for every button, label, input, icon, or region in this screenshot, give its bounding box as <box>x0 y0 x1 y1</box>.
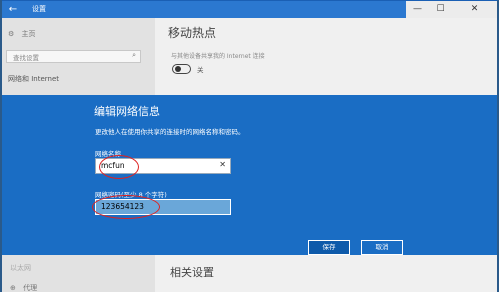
maximize-button[interactable]: ☐ <box>429 1 452 18</box>
save-button[interactable]: 保存 <box>308 240 350 255</box>
sidebar-item-ethernet[interactable]: 以太网 <box>10 263 31 273</box>
window-title: 设置 <box>32 5 46 13</box>
search-input[interactable]: 查找设置 ⌕ <box>6 50 141 63</box>
annotation-circle-name <box>99 155 139 179</box>
search-placeholder: 查找设置 <box>13 54 39 62</box>
sidebar-home-label: 主页 <box>21 30 36 38</box>
back-arrow-icon[interactable]: ← <box>2 1 24 18</box>
cancel-button[interactable]: 取消 <box>361 240 403 255</box>
sidebar-section-title: 网络和 Internet <box>8 75 60 83</box>
settings-window: ⚙ 主页 查找设置 ⌕ 网络和 Internet 以太网 ⊕ 代理 移动热点 与… <box>2 18 497 292</box>
title-bar: ← 设置 — ☐ ✕ <box>2 1 497 18</box>
search-icon: ⌕ <box>132 51 136 59</box>
edit-network-dialog: 编辑网络信息 更改他人在使用你共享的连接时的网络名称和密码。 网络名称 mcfu… <box>2 95 497 255</box>
page-title: 移动热点 <box>168 26 217 40</box>
minimize-button[interactable]: — <box>406 1 429 18</box>
dialog-description: 更改他人在使用你共享的连接时的网络名称和密码。 <box>95 128 245 136</box>
sidebar-home[interactable]: ⚙ 主页 <box>8 29 36 39</box>
toggle-label: 关 <box>197 66 204 74</box>
close-button[interactable]: ✕ <box>452 1 497 18</box>
toggle-knob <box>175 66 181 72</box>
sidebar-item-proxy-label: 代理 <box>23 284 38 292</box>
gear-icon: ⚙ <box>8 30 15 38</box>
globe-icon: ⊕ <box>10 284 16 292</box>
annotation-circle-password <box>92 195 160 219</box>
dialog-title: 编辑网络信息 <box>94 105 160 118</box>
share-connection-text: 与其他设备共享我的 Internet 连接 <box>171 53 265 60</box>
sidebar-item-proxy[interactable]: ⊕ 代理 <box>10 283 37 292</box>
clear-icon[interactable]: ✕ <box>219 160 226 169</box>
related-settings-title: 相关设置 <box>170 266 214 279</box>
hotspot-toggle[interactable] <box>172 64 191 74</box>
desktop-frame: ← 设置 — ☐ ✕ ⚙ 主页 查找设置 ⌕ 网络和 Internet 以太网 … <box>0 0 499 292</box>
